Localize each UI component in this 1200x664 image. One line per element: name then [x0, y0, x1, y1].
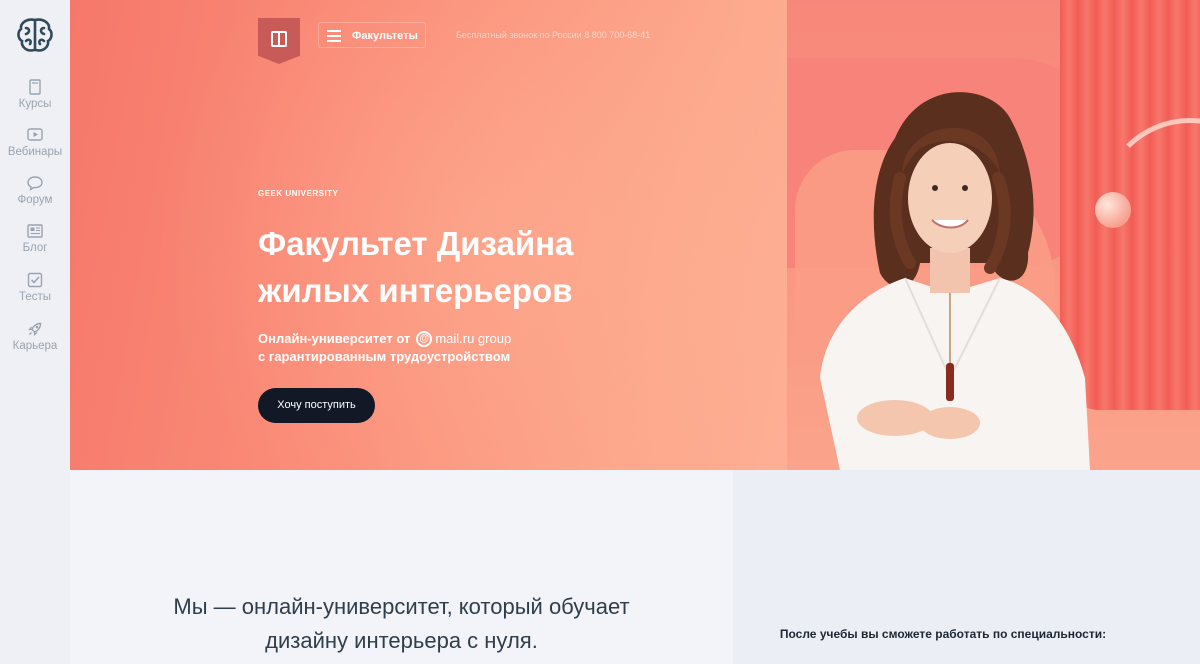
checkbox-icon	[27, 272, 43, 288]
after-study-heading: После учебы вы сможете работать по специ…	[779, 627, 1107, 641]
sidebar: Курсы Вебинары Форум Блог Тесты Карьера	[0, 0, 70, 664]
sidebar-item-label: Блог	[22, 242, 48, 254]
sidebar-item-label: Тесты	[18, 291, 52, 303]
sidebar-item-career[interactable]: Карьера	[0, 320, 70, 352]
subtitle-line2: с гарантированным трудоустройством	[258, 349, 511, 364]
sidebar-item-tests[interactable]: Тесты	[0, 271, 70, 303]
play-icon	[27, 128, 43, 141]
mailru-at-icon: @	[416, 331, 433, 347]
faculties-label: Факультеты	[352, 30, 418, 42]
sidebar-item-blog[interactable]: Блог	[0, 222, 70, 254]
hero-title-line2: жилых интерьеров	[258, 272, 573, 309]
book-icon	[29, 79, 41, 95]
hamburger-menu-icon	[327, 30, 341, 42]
sidebar-item-label: Карьера	[12, 340, 58, 352]
brain-icon[interactable]	[14, 14, 56, 56]
chat-bubble-icon	[27, 176, 43, 191]
sidebar-item-label: Вебинары	[7, 146, 63, 158]
student-photo	[820, 92, 1090, 470]
intro-text: Мы — онлайн-университет, который обучает…	[70, 590, 733, 658]
sidebar-item-forum[interactable]: Форум	[0, 174, 70, 206]
apply-button[interactable]: Хочу поступить	[258, 388, 375, 423]
subtitle-prefix: Онлайн-университет от	[258, 331, 411, 346]
sidebar-item-label: Курсы	[18, 98, 52, 110]
faculty-badge-icon[interactable]	[258, 18, 300, 64]
intro-line1: Мы — онлайн-университет, который обучает	[173, 594, 630, 619]
rocket-icon	[28, 322, 42, 336]
intro-line2: дизайну интерьера с нуля.	[265, 628, 538, 653]
sphere-decoration	[1095, 192, 1131, 228]
brand-label: GEEK UNIVERSITY	[258, 189, 339, 198]
faculties-button[interactable]: Факультеты	[318, 22, 426, 48]
sidebar-item-label: Форум	[17, 194, 53, 206]
mailru-brand: mail.ru group	[435, 331, 512, 346]
sidebar-item-webinars[interactable]: Вебинары	[0, 126, 70, 158]
hero-subtitle: Онлайн-университет от @ mail.ru group с …	[258, 330, 511, 366]
hero-title-line1: Факультет Дизайна	[258, 225, 574, 262]
sidebar-item-courses[interactable]: Курсы	[0, 78, 70, 110]
hero-title: Факультет Дизайна жилых интерьеров	[258, 220, 718, 314]
phone-info: Бесплатный звонок по России 8 800 700-68…	[456, 30, 651, 40]
newspaper-icon	[27, 224, 43, 238]
